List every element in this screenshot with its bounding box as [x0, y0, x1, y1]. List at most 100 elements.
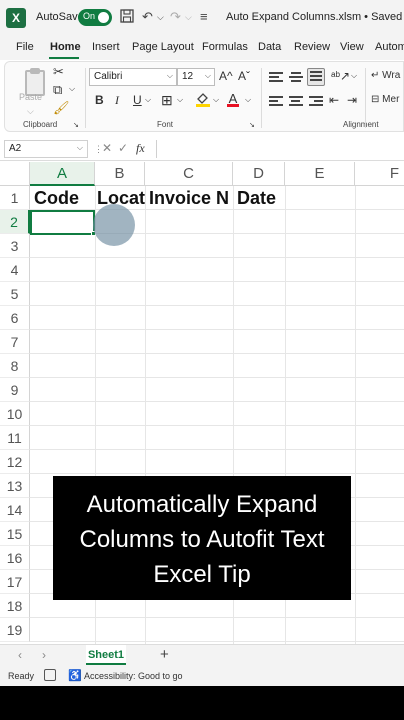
column-header-b[interactable]: B [95, 162, 145, 186]
touch-cursor-indicator [93, 204, 135, 246]
cell-a1[interactable]: Code [34, 186, 79, 210]
document-title[interactable]: Auto Expand Columns.xlsm • Saved ⌵ [226, 11, 404, 24]
row-header-4[interactable]: 4 [0, 258, 30, 282]
accessibility-icon[interactable]: ♿ [68, 669, 82, 682]
align-center-icon[interactable] [289, 96, 303, 107]
font-name-select[interactable]: Calibri ⌵ [89, 68, 177, 86]
row-header-2[interactable]: 2 [0, 210, 30, 234]
column-header-a[interactable]: A [30, 162, 95, 186]
underline-button[interactable]: U [133, 93, 142, 107]
borders-dropdown-icon[interactable]: ⌵ [177, 95, 183, 105]
tab-data[interactable]: Data [258, 41, 281, 53]
next-sheet-icon[interactable]: › [42, 648, 46, 662]
bottom-letterbox [0, 686, 404, 720]
cell-d1[interactable]: Date [237, 186, 276, 210]
macro-recording-icon[interactable] [44, 669, 56, 681]
tab-home[interactable]: Home [50, 41, 81, 53]
fill-color-dropdown-icon[interactable]: ⌵ [213, 95, 219, 105]
increase-indent-icon[interactable]: ⇥ [347, 93, 357, 107]
row-header-10[interactable]: 10 [0, 402, 30, 426]
autosave-label: AutoSave [36, 11, 84, 23]
cut-icon[interactable]: ✂ [53, 64, 64, 80]
row-header-1[interactable]: 1 [0, 186, 30, 210]
chevron-down-icon: ⌵ [166, 71, 173, 80]
row-header-3[interactable]: 3 [0, 234, 30, 258]
undo-icon[interactable]: ↶ [142, 9, 153, 25]
confirm-entry-icon[interactable]: ✓ [118, 141, 128, 155]
accessibility-status[interactable]: Accessibility: Good to go [84, 671, 183, 681]
customize-qat-icon[interactable]: ≡ [200, 9, 208, 24]
tab-review[interactable]: Review [294, 41, 330, 53]
clipboard-launcher-icon[interactable]: ↘ [73, 121, 79, 129]
row-header-9[interactable]: 9 [0, 378, 30, 402]
decrease-indent-icon[interactable]: ⇤ [329, 93, 339, 107]
merge-button[interactable]: ⊟ Mer [371, 94, 399, 105]
italic-button[interactable]: I [115, 93, 119, 108]
font-launcher-icon[interactable]: ↘ [249, 121, 255, 129]
row-gridline [30, 281, 404, 282]
align-top-icon[interactable] [269, 72, 283, 83]
tab-formulas[interactable]: Formulas [202, 41, 248, 53]
column-header-d[interactable]: D [233, 162, 285, 186]
row-header-19[interactable]: 19 [0, 618, 30, 642]
copy-icon[interactable]: ⧉ [53, 82, 62, 98]
row-header-15[interactable]: 15 [0, 522, 30, 546]
column-header-f[interactable]: F [355, 162, 404, 186]
save-icon[interactable] [120, 9, 134, 26]
row-header-17[interactable]: 17 [0, 570, 30, 594]
bold-button[interactable]: B [95, 93, 104, 107]
prev-sheet-icon[interactable]: ‹ [18, 648, 22, 662]
row-header-16[interactable]: 16 [0, 546, 30, 570]
tab-file[interactable]: File [16, 41, 34, 53]
row-header-6[interactable]: 6 [0, 306, 30, 330]
grow-font-button[interactable]: A^ [219, 69, 233, 83]
row-header-7[interactable]: 7 [0, 330, 30, 354]
font-color-icon[interactable]: A [227, 91, 239, 107]
cell-c1[interactable]: Invoice N [149, 186, 229, 210]
select-all-corner[interactable] [0, 162, 30, 186]
tab-view[interactable]: View [340, 41, 364, 53]
wrap-text-button[interactable]: ↵ Wra [371, 70, 400, 81]
align-right-icon[interactable] [309, 96, 323, 107]
font-size-select[interactable]: 12 ⌵ [177, 68, 215, 86]
underline-dropdown-icon[interactable]: ⌵ [145, 95, 151, 105]
align-middle-icon[interactable] [289, 72, 303, 83]
align-left-icon[interactable] [269, 96, 283, 107]
insert-function-button[interactable]: fx [136, 141, 145, 156]
row-header-18[interactable]: 18 [0, 594, 30, 618]
autosave-toggle[interactable]: On [78, 9, 112, 26]
row-header-5[interactable]: 5 [0, 282, 30, 306]
redo-dropdown-icon[interactable]: ⌵ [185, 12, 192, 23]
undo-dropdown-icon[interactable]: ⌵ [157, 12, 164, 23]
name-box[interactable]: A2 ⌵ [4, 140, 88, 158]
active-cell-a2[interactable] [30, 210, 95, 235]
status-ready: Ready [8, 671, 35, 681]
orientation-icon[interactable]: ᵃᵇ↗ [331, 69, 350, 83]
orientation-dropdown-icon[interactable]: ⌵ [351, 71, 357, 81]
redo-icon[interactable]: ↷ [170, 9, 181, 25]
column-header-e[interactable]: E [285, 162, 355, 186]
column-header-c[interactable]: C [145, 162, 233, 186]
formula-input[interactable] [156, 140, 404, 158]
tab-automate[interactable]: Autom [375, 41, 404, 53]
cancel-entry-icon[interactable]: ✕ [102, 141, 112, 155]
row-header-11[interactable]: 11 [0, 426, 30, 450]
row-header-8[interactable]: 8 [0, 354, 30, 378]
font-color-dropdown-icon[interactable]: ⌵ [245, 95, 251, 105]
add-sheet-button[interactable]: + [160, 646, 169, 663]
shrink-font-button[interactable]: Aˇ [238, 69, 250, 83]
format-painter-icon[interactable]: 🖌 [53, 100, 70, 116]
group-label-font: Font [157, 120, 174, 129]
borders-icon[interactable]: ⊞ [161, 92, 173, 109]
tab-insert[interactable]: Insert [92, 41, 120, 53]
tab-page-layout[interactable]: Page Layout [132, 41, 194, 53]
fill-color-icon[interactable] [195, 91, 211, 110]
row-header-14[interactable]: 14 [0, 498, 30, 522]
align-bottom-icon[interactable] [307, 68, 325, 86]
row-gridline [30, 401, 404, 402]
row-header-13[interactable]: 13 [0, 474, 30, 498]
sheet-tab-sheet1[interactable]: Sheet1 [86, 645, 126, 665]
paste-dropdown-icon[interactable]: ⌵ [27, 106, 34, 117]
copy-dropdown-icon[interactable]: ⌵ [69, 84, 75, 94]
row-header-12[interactable]: 12 [0, 450, 30, 474]
